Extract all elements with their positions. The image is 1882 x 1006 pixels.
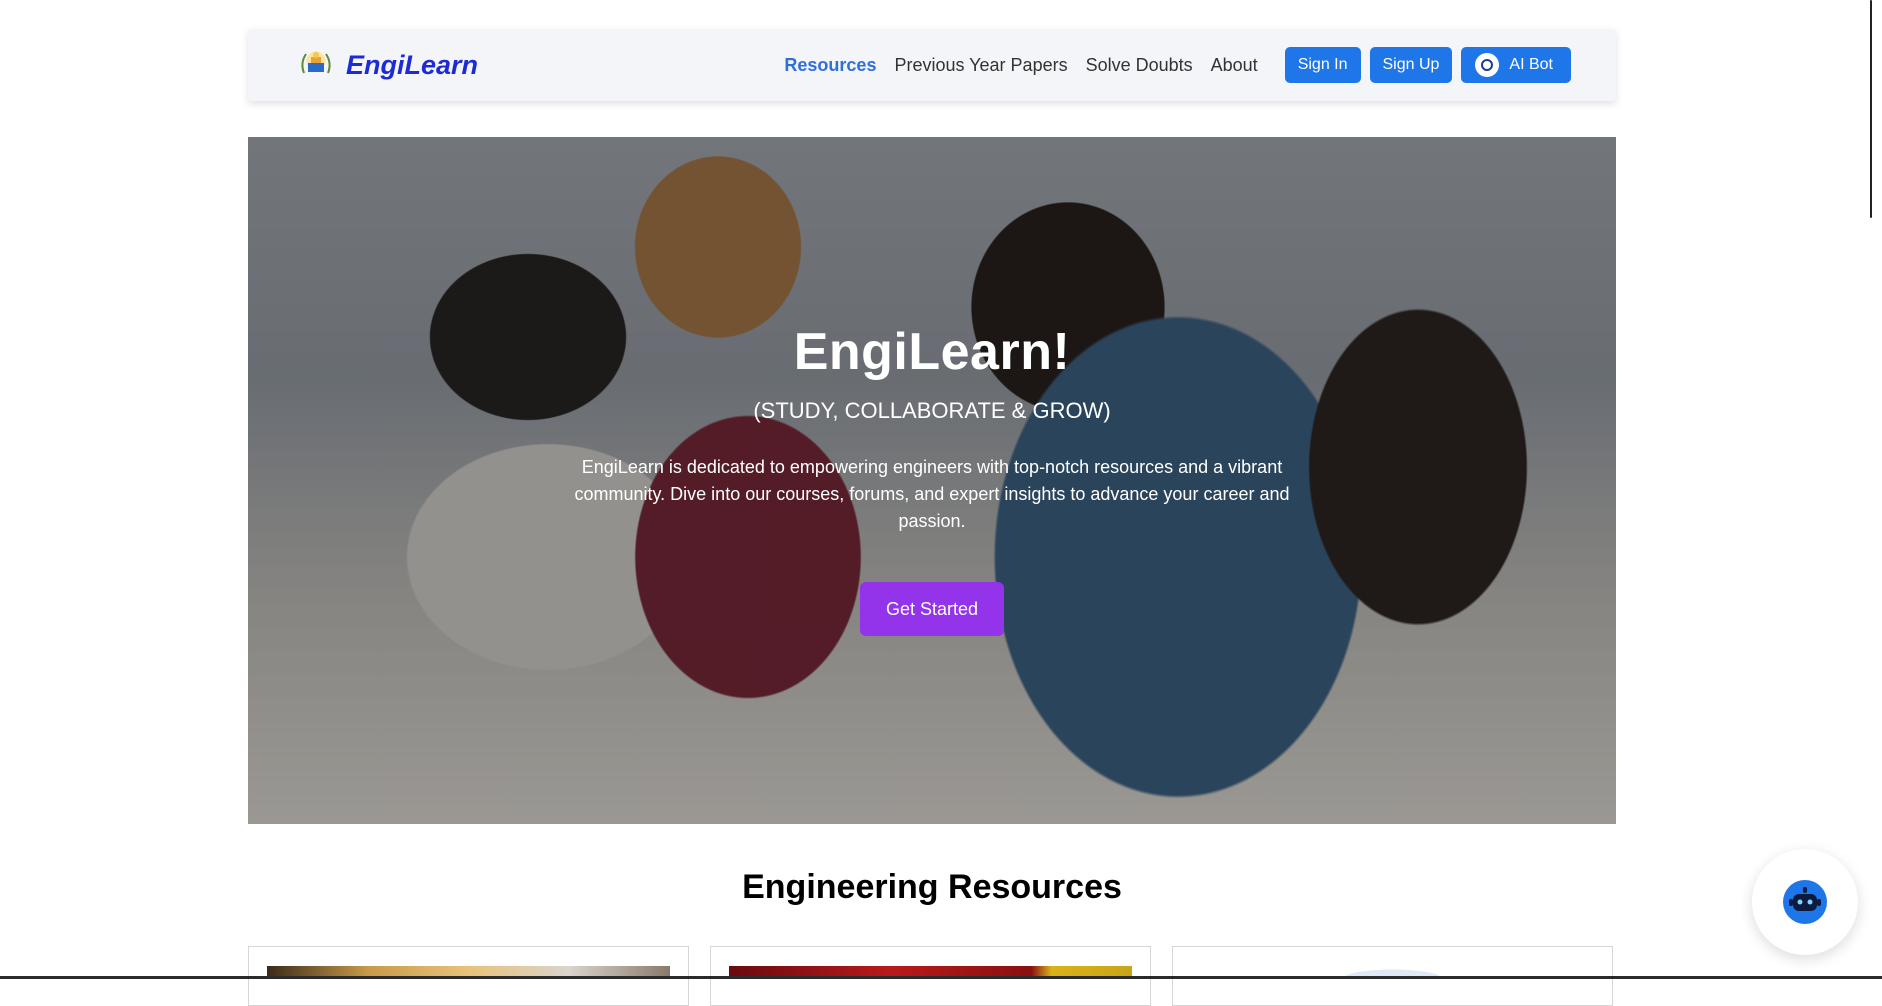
- hero-subtitle: (STUDY, COLLABORATE & GROW): [753, 398, 1111, 423]
- resources-section-title: Engineering Resources: [742, 868, 1122, 906]
- page-scrollbar[interactable]: [1862, 0, 1882, 979]
- nav-link-previous-year-papers[interactable]: Previous Year Papers: [894, 55, 1067, 76]
- sign-up-button[interactable]: Sign Up: [1369, 47, 1453, 83]
- nav-link-resources[interactable]: Resources: [784, 55, 876, 76]
- sign-in-button[interactable]: Sign In: [1284, 47, 1361, 83]
- chatbot-robot-icon: [1783, 880, 1827, 924]
- hero-description: EngiLearn is dedicated to empowering eng…: [574, 457, 1290, 531]
- get-started-button[interactable]: Get Started: [859, 582, 1005, 636]
- hero-content: EngiLearn! (STUDY, COLLABORATE & GROW) E…: [248, 322, 1616, 636]
- hero-title: EngiLearn!: [793, 323, 1071, 381]
- robot-icon: [1475, 53, 1500, 77]
- sign-in-label: Sign In: [1297, 56, 1348, 73]
- brand-link[interactable]: EngiLearn: [296, 45, 478, 85]
- hero-banner: EngiLearn! (STUDY, COLLABORATE & GROW) E…: [248, 137, 1616, 824]
- brand-name: EngiLearn: [346, 49, 479, 80]
- ai-bot-label: AI Bot: [1509, 56, 1553, 73]
- top-navbar: EngiLearn Resources Previous Year Papers…: [248, 29, 1616, 101]
- nav-link-about[interactable]: About: [1211, 55, 1258, 76]
- ai-bot-button[interactable]: AI Bot: [1461, 47, 1571, 83]
- engilearn-logo-icon: [296, 45, 336, 85]
- nav-link-solve-doubts[interactable]: Solve Doubts: [1086, 55, 1193, 76]
- nav-buttons: Sign In Sign Up AI Bot: [1276, 47, 1571, 83]
- scrollbar-thumb[interactable]: [1870, 0, 1872, 218]
- nav-links: Resources Previous Year Papers Solve Dou…: [766, 47, 1571, 83]
- chatbot-icon[interactable]: [1752, 849, 1858, 955]
- sign-up-label: Sign Up: [1382, 56, 1440, 73]
